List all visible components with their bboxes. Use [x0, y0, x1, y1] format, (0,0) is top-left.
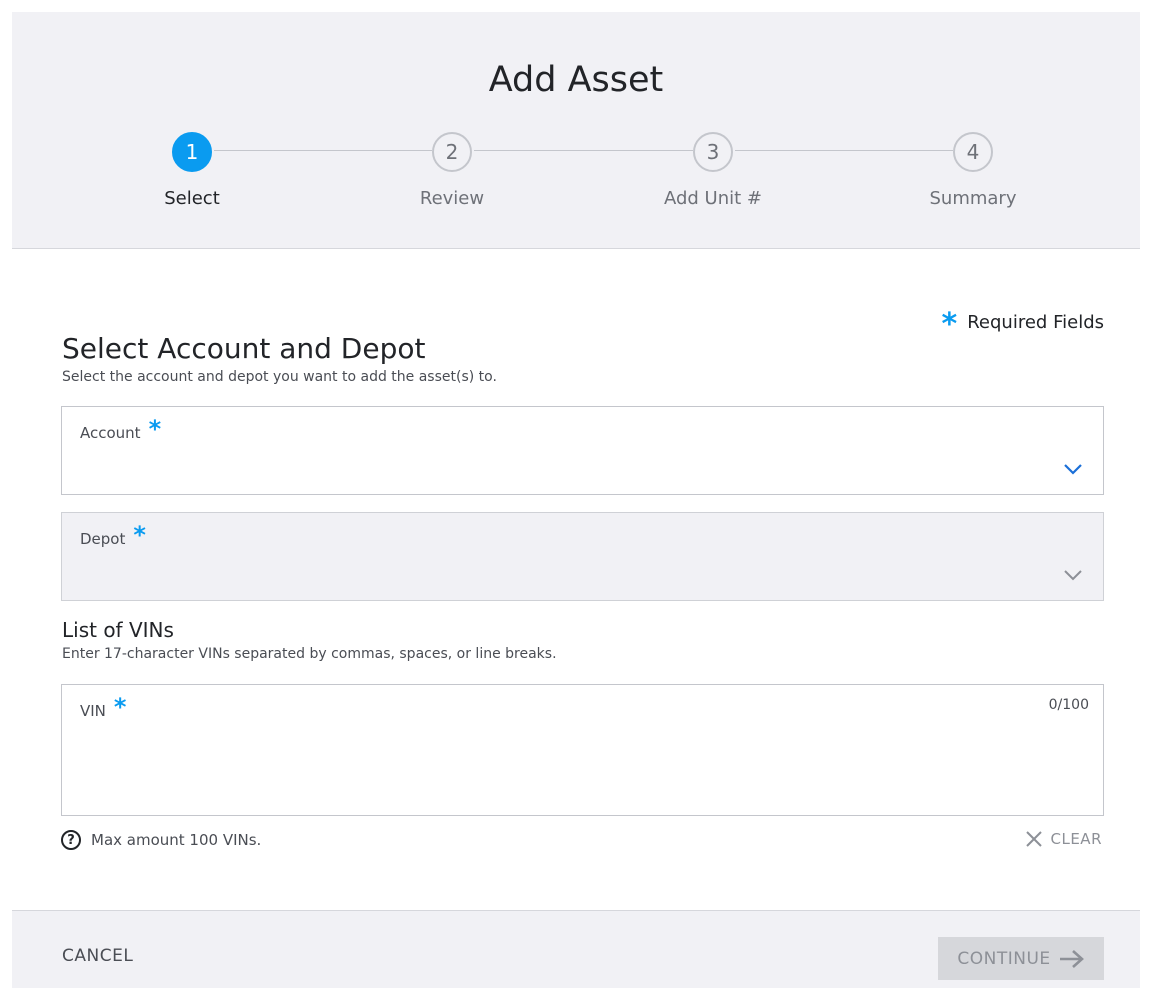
depot-label: Depot * [80, 521, 146, 549]
continue-button-label: CONTINUE [957, 948, 1051, 969]
vin-character-counter: 0/100 [1048, 697, 1089, 713]
step-connector-3 [735, 150, 953, 151]
arrow-right-icon [1059, 949, 1084, 968]
step-connector-1 [214, 150, 432, 151]
cancel-button[interactable]: CANCEL [62, 946, 133, 966]
chevron-down-icon[interactable] [1063, 569, 1083, 581]
clear-button-label: CLEAR [1050, 830, 1102, 848]
section-title: Select Account and Depot [62, 332, 426, 365]
account-label: Account * [80, 415, 161, 443]
asterisk-icon: * [148, 415, 162, 443]
wizard-header: Add Asset 1 2 3 4 Select Review Add Unit… [12, 12, 1140, 249]
step-4-label: Summary [929, 188, 1017, 209]
section-subtitle: Select the account and depot you want to… [62, 369, 497, 385]
step-connector-2 [474, 150, 693, 151]
page-title: Add Asset [488, 60, 664, 100]
required-fields-text: Required Fields [967, 311, 1104, 333]
step-2-label: Review [419, 188, 485, 209]
step-1-indicator: 1 [172, 132, 212, 172]
question-circle-icon: ? [61, 830, 81, 850]
vin-label-text: VIN [80, 702, 106, 720]
depot-label-text: Depot [80, 530, 126, 548]
vin-list-subtitle: Enter 17-character VINs separated by com… [62, 646, 557, 662]
wizard-footer: CANCEL CONTINUE [12, 910, 1140, 988]
account-label-text: Account [80, 424, 141, 442]
vin-help-row: ? Max amount 100 VINs. [61, 830, 261, 850]
account-select[interactable]: Account * [61, 406, 1104, 495]
chevron-down-icon[interactable] [1063, 463, 1083, 475]
vin-help-text: Max amount 100 VINs. [91, 831, 262, 849]
vin-label: VIN * [80, 693, 126, 721]
step-2-indicator: 2 [432, 132, 472, 172]
step-3-indicator: 3 [693, 132, 733, 172]
step-3-label: Add Unit # [663, 188, 762, 209]
add-asset-modal: Add Asset 1 2 3 4 Select Review Add Unit… [12, 12, 1140, 988]
close-icon [1025, 831, 1042, 847]
step-1-label: Select [164, 188, 220, 209]
asterisk-icon: * [133, 521, 146, 549]
clear-button[interactable]: CLEAR [1025, 830, 1103, 848]
asterisk-icon: * [113, 693, 127, 721]
vin-list-title: List of VINs [62, 618, 174, 642]
vin-textarea[interactable]: VIN * 0/100 [61, 684, 1104, 816]
asterisk-icon: * [941, 307, 958, 342]
continue-button[interactable]: CONTINUE [938, 937, 1104, 980]
step-4-indicator: 4 [953, 132, 993, 172]
depot-select[interactable]: Depot * [61, 512, 1104, 601]
required-fields-legend: * Required Fields [942, 304, 1104, 340]
